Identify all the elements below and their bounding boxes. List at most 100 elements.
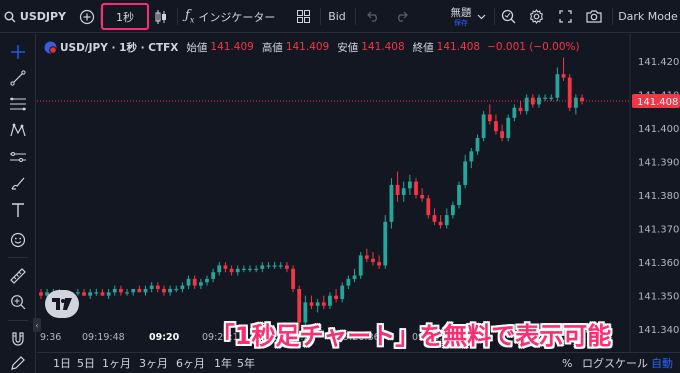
symbol-search[interactable]: USDJPY — [4, 0, 66, 33]
range-5y[interactable]: 5年 — [237, 353, 255, 373]
magnet-tool[interactable] — [6, 328, 30, 350]
snapshot-button[interactable] — [584, 0, 604, 33]
candle-body — [524, 97, 529, 112]
candle-body — [211, 272, 216, 279]
candle-body — [192, 278, 197, 286]
legend-change-value: −0.001 (−0.00%) — [487, 41, 580, 53]
candle-body — [481, 114, 486, 138]
price-tick-label: 141.360 — [638, 258, 679, 269]
top-toolbar: USDJPY 1秒 ƒx インジケーター Bid 無題 保存 Dark Mode — [0, 0, 680, 33]
measure-tool[interactable] — [6, 265, 30, 287]
candle-body — [457, 184, 461, 206]
toolbar-divider — [355, 8, 356, 25]
candle-body — [352, 275, 357, 279]
chart-type-button[interactable] — [151, 0, 171, 33]
legend-symbol: USD/JPY · 1秒 · CTFX — [60, 41, 179, 54]
candle-body — [407, 181, 412, 189]
quick-search-button[interactable] — [499, 0, 517, 33]
candle-body — [506, 117, 511, 138]
price-source-label: Bid — [328, 10, 346, 23]
theme-toggle[interactable]: Dark Mode — [618, 0, 678, 33]
price-tick-label: 141.390 — [638, 157, 679, 168]
undo-icon — [366, 11, 377, 22]
templates-button[interactable] — [293, 0, 313, 33]
compare-button[interactable] — [77, 0, 97, 33]
toolbar-divider — [177, 8, 178, 25]
price-tick-label: 141.400 — [638, 124, 679, 135]
candle-body — [395, 184, 400, 195]
brush-tool[interactable] — [6, 172, 30, 194]
trend-line-tool[interactable] — [6, 67, 30, 89]
text-icon — [12, 203, 24, 217]
legend-open-value: 141.409 — [210, 41, 254, 53]
pattern-icon — [10, 123, 26, 137]
candle-body — [321, 302, 326, 306]
auto-scale-toggle[interactable]: 自動 — [651, 353, 673, 373]
candle-body — [198, 282, 203, 286]
candle-body — [285, 265, 289, 269]
candle-body — [401, 188, 406, 195]
candle-body — [328, 295, 332, 306]
toolbar-divider — [8, 257, 28, 258]
candle-body — [39, 292, 43, 296]
fullscreen-button[interactable] — [556, 0, 574, 33]
range-5d[interactable]: 5日 — [77, 353, 95, 373]
range-1d[interactable]: 1日 — [53, 353, 71, 373]
brush-icon — [11, 177, 25, 190]
text-tool[interactable] — [6, 199, 30, 221]
price-source-button[interactable]: Bid — [325, 0, 349, 33]
layout-menu-button[interactable] — [474, 0, 488, 33]
last-price-label: 141.408 — [637, 97, 678, 108]
candle-body — [266, 265, 271, 267]
range-3m[interactable]: 3ヶ月 — [139, 353, 168, 373]
zoom-in-icon — [11, 295, 26, 310]
candle-body — [432, 215, 437, 222]
candle-body — [580, 97, 584, 102]
candle-body — [555, 74, 560, 98]
candle-body — [371, 258, 375, 263]
zoom-in-tool[interactable] — [6, 291, 30, 313]
price-chart[interactable]: 141.340141.350141.360141.370141.380141.3… — [37, 34, 680, 352]
candle-body — [223, 265, 228, 269]
candle-body — [475, 137, 480, 152]
candle-body — [94, 292, 99, 294]
pattern-tool[interactable] — [6, 119, 30, 141]
candle-body — [149, 285, 154, 289]
range-6m[interactable]: 6ヶ月 — [176, 353, 205, 373]
candle-body — [143, 288, 148, 293]
horizontal-lines-icon — [10, 97, 26, 111]
drawing-mode-tool[interactable] — [6, 352, 30, 373]
candle-body — [291, 268, 295, 289]
settings-button[interactable] — [527, 0, 545, 33]
candle-body — [112, 288, 117, 293]
candle-body — [241, 268, 246, 271]
interval-button[interactable]: 1秒 — [103, 0, 147, 33]
redo-button[interactable] — [392, 0, 410, 33]
fib-tool[interactable] — [6, 93, 30, 115]
range-1y[interactable]: 1年 — [214, 353, 232, 373]
forecast-icon — [10, 152, 26, 162]
price-tick-label: 141.370 — [638, 225, 679, 236]
grid-icon — [296, 10, 310, 23]
percent-toggle[interactable]: % — [562, 353, 572, 373]
range-1m[interactable]: 1ヶ月 — [102, 353, 131, 373]
tradingview-logo[interactable] — [45, 290, 79, 318]
redo-icon — [397, 11, 408, 22]
candle-body — [75, 292, 80, 294]
crosshair-tool[interactable] — [6, 41, 30, 63]
forecast-tool[interactable] — [6, 146, 30, 168]
candle-body — [567, 77, 572, 108]
candle-body — [174, 288, 179, 291]
flag-icon — [44, 41, 57, 54]
legend-high-value: 141.409 — [285, 41, 330, 53]
log-scale-toggle[interactable]: ログスケール — [582, 353, 648, 373]
emoji-tool[interactable] — [6, 229, 30, 251]
indicators-button[interactable]: ƒx インジケーター — [185, 0, 285, 33]
candle-body — [278, 265, 283, 267]
candle-body — [487, 114, 492, 122]
candle-body — [469, 151, 474, 162]
toolbar-divider — [8, 320, 28, 321]
undo-button[interactable] — [364, 0, 382, 33]
candle-body — [518, 107, 523, 112]
chart-legend: USD/JPY · 1秒 · CTFX 始値 141.409 高値 141.40… — [44, 39, 580, 55]
